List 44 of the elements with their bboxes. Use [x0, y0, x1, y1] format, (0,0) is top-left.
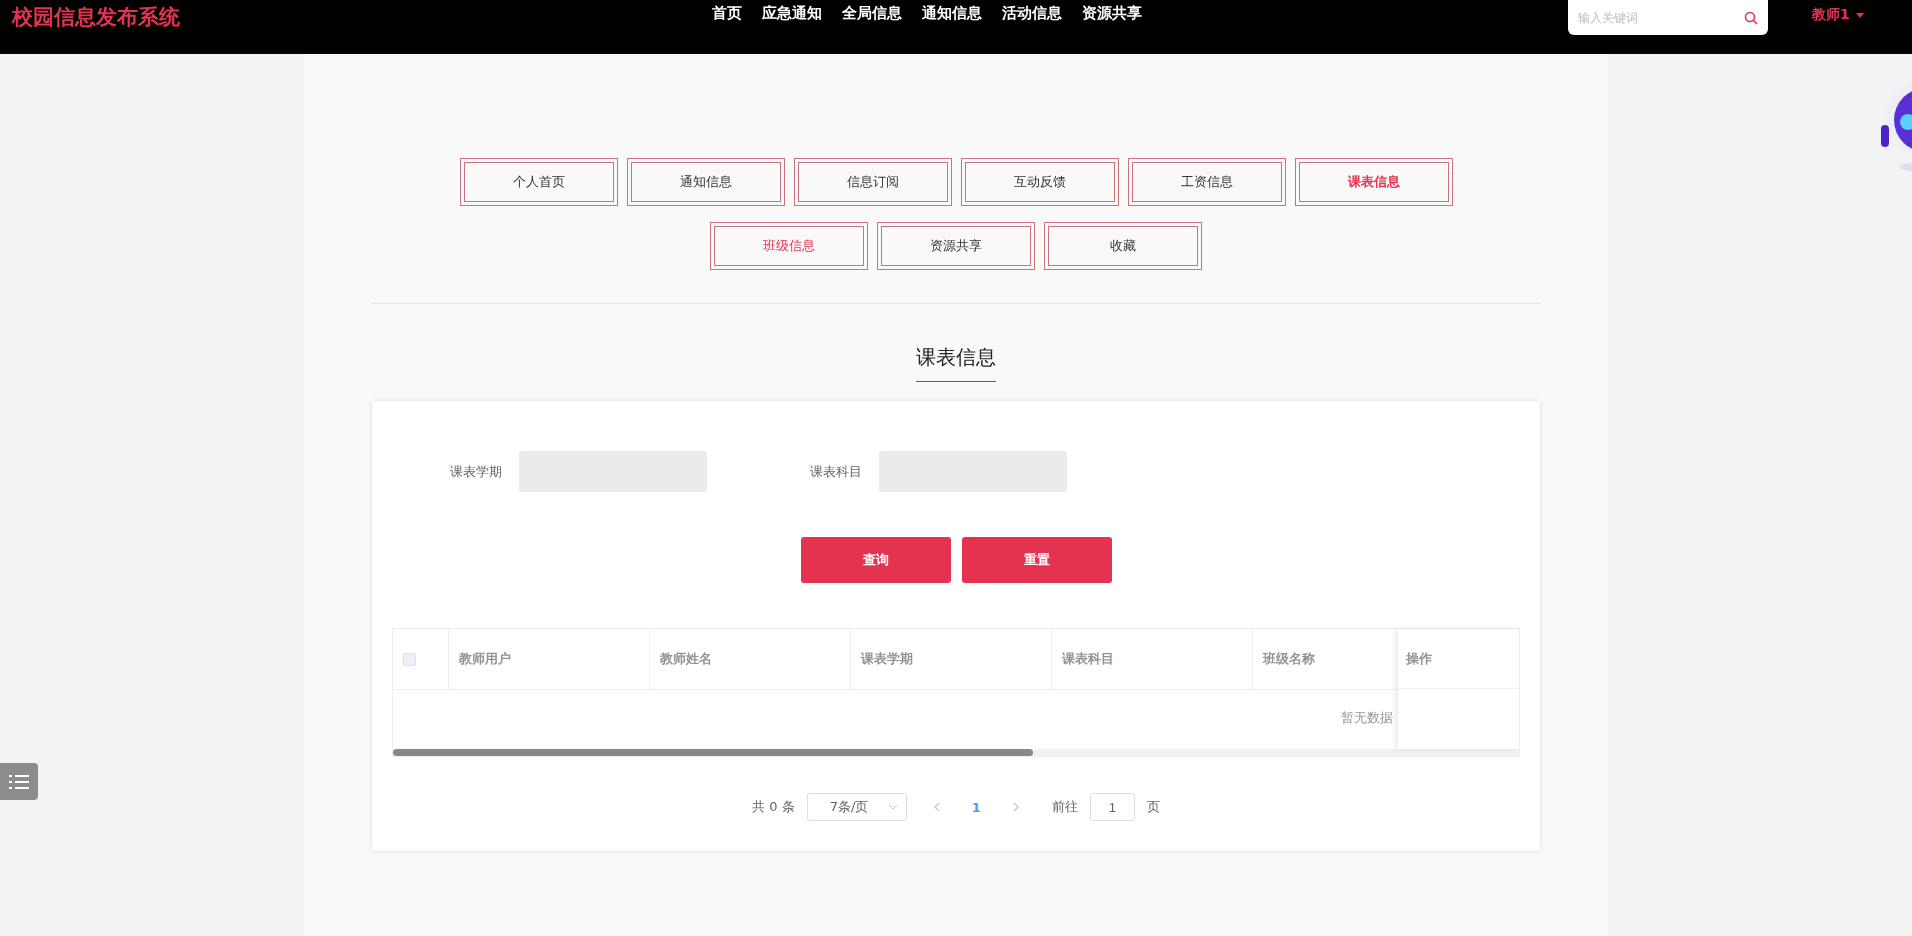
search-icon[interactable]	[1744, 11, 1758, 25]
chevron-right-icon[interactable]	[1012, 802, 1020, 812]
site-logo: 校园信息发布系统	[12, 4, 181, 31]
nav-link[interactable]: 全局信息	[842, 4, 902, 23]
column-header: 操作	[1406, 649, 1432, 668]
empty-text: 暂无数据	[1341, 709, 1393, 727]
goto-page-input[interactable]: 1	[1089, 793, 1135, 821]
profile-tab[interactable]: 课表信息	[1294, 158, 1453, 206]
profile-tab[interactable]: 班级信息	[710, 222, 868, 270]
caret-icon	[1855, 12, 1864, 18]
profile-tab[interactable]: 工资信息	[1127, 158, 1286, 206]
profile-tab[interactable]: 信息订阅	[793, 158, 952, 206]
chevron-left-icon[interactable]	[932, 802, 940, 812]
user-menu[interactable]: 教师1	[1812, 0, 1864, 24]
select-all-checkbox[interactable]	[403, 652, 416, 666]
reset-button[interactable]: 重置	[961, 537, 1112, 583]
search-field[interactable]: 输入关键词	[1568, 0, 1768, 35]
column-header: 教师姓名	[650, 629, 851, 689]
profile-tab[interactable]: 通知信息	[626, 158, 785, 206]
nav-link[interactable]: 活动信息	[1002, 4, 1062, 23]
page-suffix: 页	[1146, 798, 1160, 816]
section-title: 课表信息	[916, 344, 996, 382]
column-header: 课表科目	[1052, 629, 1253, 689]
list-icon	[8, 772, 30, 791]
scrollbar-thumb[interactable]	[393, 749, 1033, 756]
filter-label: 课表科目	[810, 462, 863, 481]
chevron-down-icon	[887, 804, 898, 810]
goto-label: 前往	[1051, 798, 1078, 816]
search-button[interactable]: 查询	[800, 537, 951, 583]
total-count: 共 0 条	[752, 798, 795, 816]
filter-label: 课表学期	[450, 462, 503, 481]
profile-tab[interactable]: 个人首页	[459, 158, 618, 206]
profile-tab[interactable]: 收藏	[1044, 222, 1202, 270]
nav-link[interactable]: 通知信息	[922, 4, 982, 23]
nav-link[interactable]: 资源共享	[1082, 4, 1142, 23]
profile-tab[interactable]: 互动反馈	[960, 158, 1119, 206]
column-header: 课表学期	[851, 629, 1052, 689]
scrollbar-track[interactable]	[393, 749, 1519, 756]
page-size-select[interactable]: 7条/页	[806, 793, 907, 821]
list-menu-button[interactable]	[0, 763, 38, 800]
nav-link[interactable]: 首页	[712, 4, 742, 23]
profile-tab[interactable]: 资源共享	[877, 222, 1035, 270]
column-header: 教师用户	[449, 629, 650, 689]
nav-link[interactable]: 应急通知	[762, 4, 822, 23]
